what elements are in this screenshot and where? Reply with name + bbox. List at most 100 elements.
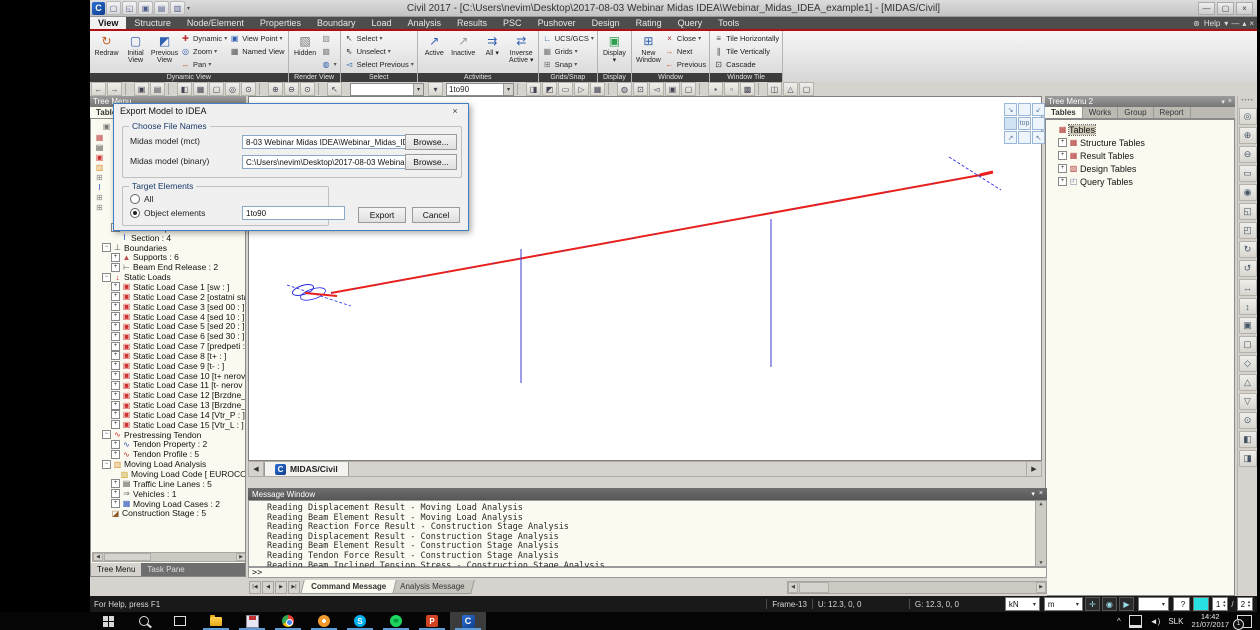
button-render-[interactable]: ▨ bbox=[321, 32, 337, 45]
tree-expander-icon[interactable]: + bbox=[111, 440, 120, 449]
ribbon-tab-load[interactable]: Load bbox=[363, 17, 399, 29]
cancel-button[interactable]: Cancel bbox=[412, 207, 460, 223]
tree-expander-icon[interactable]: − bbox=[102, 460, 111, 469]
tab-next-icon[interactable]: ▶ bbox=[275, 581, 287, 594]
toolbar-icon[interactable]: ▷ bbox=[574, 82, 589, 96]
help-label[interactable]: Help bbox=[1204, 19, 1220, 28]
dialog-title-bar[interactable]: Export Model to IDEA × bbox=[114, 104, 468, 118]
toolbar-icon[interactable]: ▣ bbox=[134, 82, 149, 96]
view-corner-icon[interactable]: ↘ bbox=[1004, 103, 1017, 116]
toolbar-icon[interactable]: ◫ bbox=[767, 82, 782, 96]
toolbar-icon[interactable]: ▦ bbox=[590, 82, 605, 96]
view-tool-icon[interactable]: ◨ bbox=[1239, 450, 1257, 467]
tree-expander-icon[interactable]: + bbox=[111, 351, 120, 360]
bottom-tab-tree-menu[interactable]: Tree Menu bbox=[91, 563, 141, 576]
page-total-spinner[interactable]: 2▲▼ bbox=[1237, 597, 1253, 611]
tree-expander-icon[interactable]: + bbox=[111, 391, 120, 400]
scroll-left-arrow[interactable]: ◀ bbox=[93, 553, 103, 561]
tree-item-static-load-case-11-t-nerov[interactable]: +▣Static Load Case 11 [t- nerov : ] bbox=[93, 381, 246, 391]
button-new-window[interactable]: ⊞New Window bbox=[635, 32, 662, 64]
taskbar-search-icon[interactable] bbox=[126, 612, 162, 630]
midas-app-icon[interactable]: C bbox=[92, 2, 105, 15]
tree-item-static-load-case-3-sed-00[interactable]: +▣Static Load Case 3 [sed 00 : ] bbox=[93, 302, 246, 312]
viewport-tab-midas-civil[interactable]: C MIDAS/Civil bbox=[264, 462, 349, 476]
language-indicator[interactable]: SLK bbox=[1168, 617, 1183, 626]
tree-expander-icon[interactable]: + bbox=[111, 499, 120, 508]
tree-item-static-load-case-2-ostatni-stale[interactable]: +▣Static Load Case 2 [ostatni stale : ] bbox=[93, 292, 246, 302]
tree2-tab-tables[interactable]: Tables bbox=[1045, 107, 1083, 118]
tree-expander-icon[interactable]: + bbox=[1058, 151, 1067, 160]
ribbon-tab-tools[interactable]: Tools bbox=[710, 17, 747, 29]
button-inactive[interactable]: ↗Inactive bbox=[450, 32, 477, 57]
command-prompt[interactable]: >> bbox=[248, 567, 1047, 578]
tree-item-static-load-case-12-brzdne-l[interactable]: +▣Static Load Case 12 [Brzdne_L : ] bbox=[93, 390, 246, 400]
tree-item-moving-load-analysis[interactable]: −▥Moving Load Analysis bbox=[93, 459, 246, 469]
view-tool-icon[interactable]: ⊙ bbox=[1239, 412, 1257, 429]
tree-item-static-load-case-10-t-nerov[interactable]: +▣Static Load Case 10 [t+ nerov : ] bbox=[93, 371, 246, 381]
view-tool-icon[interactable]: ⊕ bbox=[1239, 127, 1257, 144]
tree-item-moving-load-cases-2[interactable]: +▦Moving Load Cases : 2 bbox=[93, 499, 246, 509]
scroll-right-arrow[interactable]: ▶ bbox=[1036, 582, 1046, 593]
tree-expander-icon[interactable]: + bbox=[111, 302, 120, 311]
tree-item-static-load-case-9-t[interactable]: +▣Static Load Case 9 [t- : ] bbox=[93, 361, 246, 371]
button-grids[interactable]: ▦Grids▾ bbox=[542, 45, 594, 58]
button-render-[interactable]: ▩ bbox=[321, 45, 337, 58]
tree-expander-icon[interactable]: + bbox=[111, 381, 120, 390]
ribbon-tab-design[interactable]: Design bbox=[584, 17, 628, 29]
pin-icon[interactable]: ▾ bbox=[1221, 98, 1225, 106]
tree-expander-icon[interactable]: + bbox=[111, 371, 120, 380]
close-icon[interactable]: × bbox=[1039, 490, 1043, 498]
toolbar-icon[interactable]: ◅ bbox=[649, 82, 664, 96]
tree-expander-icon[interactable]: + bbox=[111, 322, 120, 331]
view-tool-icon[interactable]: △ bbox=[1239, 374, 1257, 391]
button-inverse-active[interactable]: ⇄Inverse Active ▾ bbox=[508, 32, 535, 64]
button-previous-view[interactable]: ◩Previous View bbox=[151, 32, 178, 64]
view-corner-icon[interactable]: ↙ bbox=[1032, 103, 1045, 116]
view-tool-icon[interactable]: ▭ bbox=[1239, 165, 1257, 182]
button-select[interactable]: ↖Select▾ bbox=[344, 32, 414, 45]
tree-item-construction-stage-5[interactable]: ◪Construction Stage : 5 bbox=[93, 508, 246, 518]
volume-icon[interactable]: ◄) bbox=[1150, 617, 1161, 626]
tree-expander-icon[interactable]: + bbox=[111, 332, 120, 341]
button-dynamic[interactable]: ✚Dynamic▾ bbox=[180, 32, 227, 45]
toolbar-icon[interactable]: ⊙ bbox=[300, 82, 315, 96]
tree-horizontal-scrollbar[interactable]: ◀ ▶ bbox=[92, 552, 246, 562]
button-named-view[interactable]: ▦Named View bbox=[229, 45, 284, 58]
tree-item-static-loads[interactable]: −↓Static Loads bbox=[93, 272, 246, 282]
view-tool-icon[interactable]: ⊖ bbox=[1239, 146, 1257, 163]
view-tool-icon[interactable]: ◇ bbox=[1239, 355, 1257, 372]
mct-path-input[interactable]: 8-03 Webinar Midas IDEA\Webinar_Midas_ID… bbox=[242, 135, 406, 149]
tree-item-tendon-profile-5[interactable]: +∿Tendon Profile : 5 bbox=[93, 449, 246, 459]
button-render-[interactable]: ◍▾ bbox=[321, 58, 337, 71]
ribbon-tab-structure[interactable]: Structure bbox=[126, 17, 179, 29]
ribbon-tab-rating[interactable]: Rating bbox=[628, 17, 670, 29]
named-selection-icon[interactable]: ▾ bbox=[428, 82, 443, 96]
color-swatch[interactable] bbox=[1193, 597, 1209, 611]
toolbar-icon[interactable]: ◧ bbox=[177, 82, 192, 96]
tree-expander-icon[interactable]: + bbox=[111, 489, 120, 498]
button-ucs-gcs[interactable]: ∟UCS/GCS▾ bbox=[542, 32, 594, 45]
tab-last-icon[interactable]: ▶| bbox=[288, 581, 300, 594]
button-zoom[interactable]: ◎Zoom▾ bbox=[180, 45, 227, 58]
tree-expander-icon[interactable]: − bbox=[102, 273, 111, 282]
button-view-point[interactable]: ▣View Point▾ bbox=[229, 32, 284, 45]
button-initial-view[interactable]: ▢Initial View bbox=[122, 32, 149, 64]
tree2-tab-works[interactable]: Works bbox=[1083, 107, 1119, 118]
tree-expander-icon[interactable]: + bbox=[111, 263, 120, 272]
toolbar-icon[interactable]: ▣ bbox=[665, 82, 680, 96]
toolbar-icon[interactable]: ▢ bbox=[681, 82, 696, 96]
toolbar-icon[interactable]: ◩ bbox=[542, 82, 557, 96]
tree-item-static-load-case-4-sed-10[interactable]: +▣Static Load Case 4 [sed 10 : ] bbox=[93, 312, 246, 322]
radio-all-circle[interactable] bbox=[130, 194, 140, 204]
ribbon-tab-properties[interactable]: Properties bbox=[252, 17, 309, 29]
tree-item-tables[interactable]: ▦Tables bbox=[1049, 123, 1145, 136]
toolbar-icon[interactable]: ▤ bbox=[150, 82, 165, 96]
tab-first-icon[interactable]: |◀ bbox=[249, 581, 261, 594]
view-tool-icon[interactable]: ▽ bbox=[1239, 393, 1257, 410]
message-output-area[interactable]: Reading Displacement Result - Moving Loa… bbox=[248, 500, 1047, 567]
toolbar-icon[interactable]: ⊙ bbox=[241, 82, 256, 96]
tree-item-tendon-property-2[interactable]: +∿Tendon Property : 2 bbox=[93, 440, 246, 450]
stage-select[interactable]: ▾ bbox=[1138, 597, 1169, 611]
toolbar-icon[interactable]: ← bbox=[91, 82, 106, 96]
save-file-icon[interactable]: ▣ bbox=[138, 1, 153, 15]
